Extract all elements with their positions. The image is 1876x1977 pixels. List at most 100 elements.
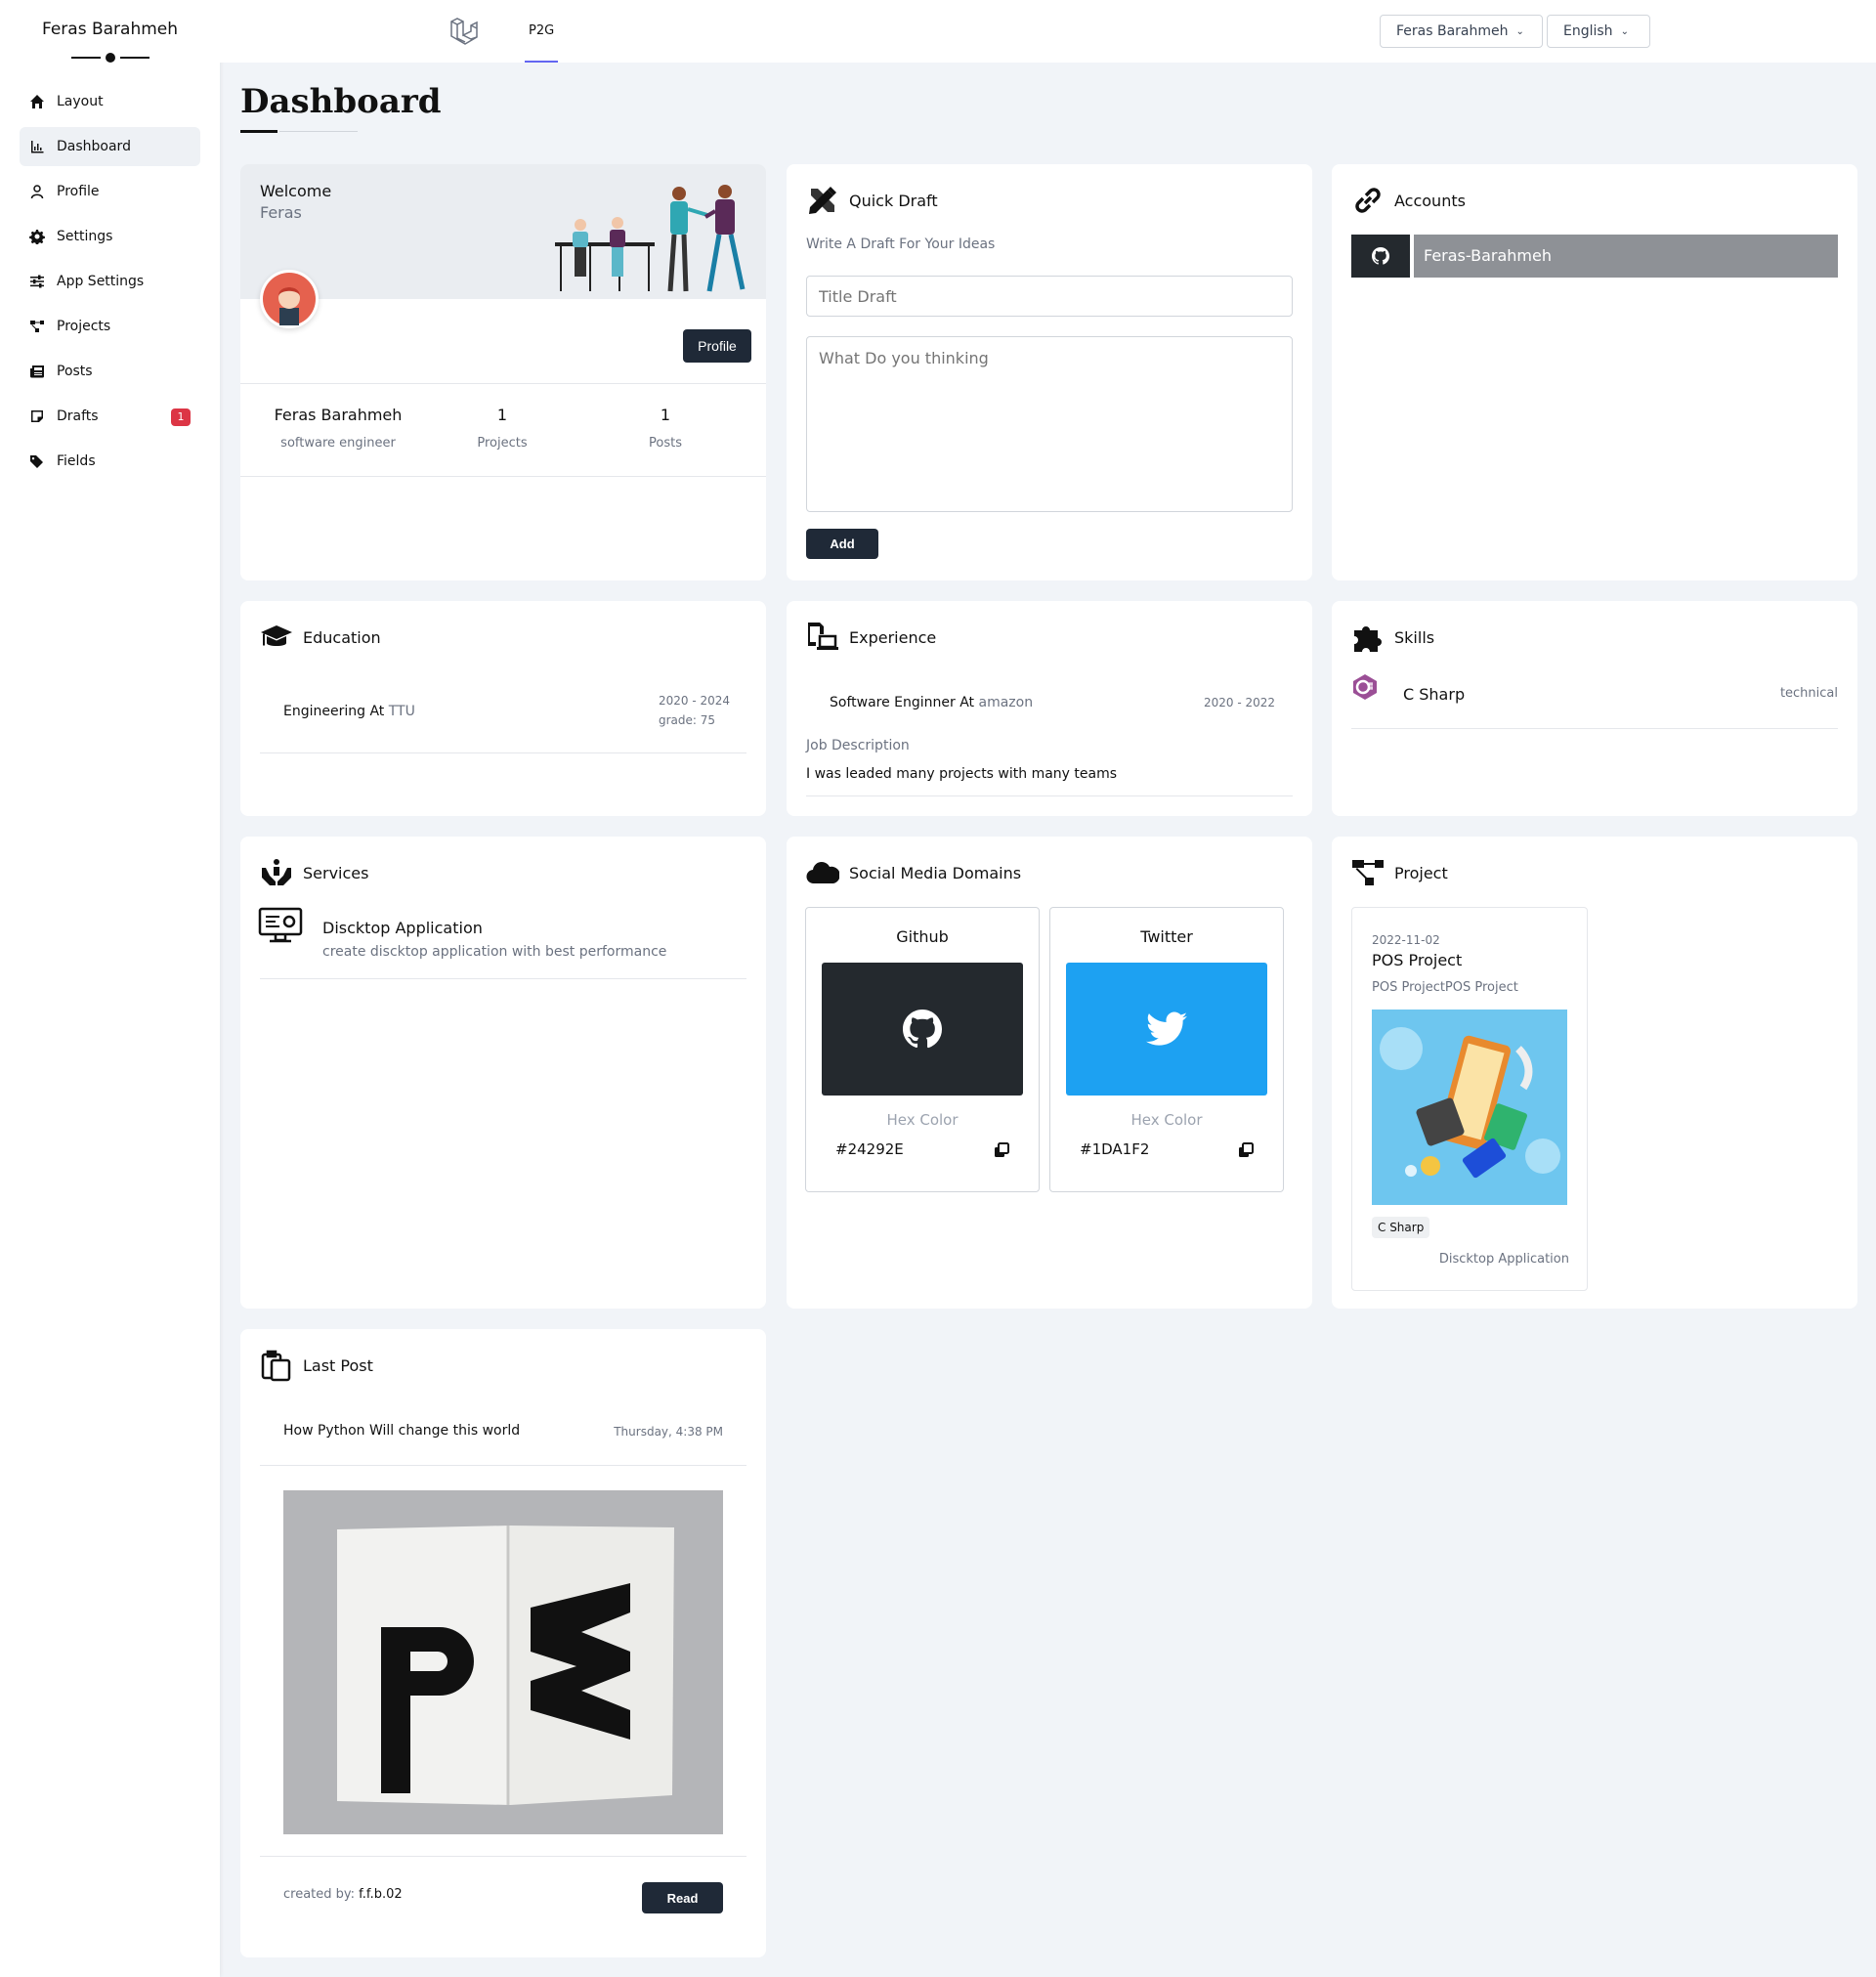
sidebar-item-fields[interactable]: Fields (20, 442, 200, 481)
welcome-card: Welcome Feras Profile Feras Barahmeh sof… (240, 164, 766, 580)
service-name: Discktop Application (322, 919, 483, 937)
sidebar-item-app-settings[interactable]: App Settings (20, 262, 200, 301)
avatar[interactable] (260, 270, 319, 328)
post-author[interactable]: f.f.b.02 (359, 1887, 402, 1902)
stat-posts: 1 Posts (626, 406, 704, 451)
skill-name: C Sharp (1403, 685, 1466, 704)
experience-header: Experience (806, 621, 936, 654)
social-media-title: Social Media Domains (849, 863, 1022, 882)
project-diagram-icon (30, 321, 44, 332)
project-date: 2022-11-02 (1372, 933, 1440, 947)
skills-header: Skills (1351, 621, 1434, 654)
sticky-note-icon (31, 410, 43, 422)
posts-count: 1 (660, 406, 671, 424)
welcome-stats: Feras Barahmeh software engineer 1 Proje… (240, 383, 766, 477)
cloud-icon (806, 862, 839, 884)
experience-card: Experience Software Enginner At amazon 2… (787, 601, 1312, 816)
sidebar-item-label: Projects (57, 319, 111, 334)
education-grade: grade: 75 (659, 713, 716, 727)
chevron-down-icon: ⌄ (1515, 25, 1524, 37)
social-name: Twitter (1140, 927, 1193, 946)
page-title: Dashboard (240, 82, 442, 121)
services-card: Services Discktop Application create dis… (240, 837, 766, 1309)
sidebar-item-label: Fields (57, 453, 96, 469)
sidebar-item-posts[interactable]: Posts (20, 352, 200, 391)
sidebar-item-dashboard[interactable]: Dashboard (20, 127, 200, 166)
experience-title: Experience (849, 627, 937, 647)
draft-body-textarea[interactable] (806, 336, 1293, 512)
chart-icon (31, 141, 44, 153)
quick-draft-subtitle: Write A Draft For Your Ideas (806, 236, 996, 252)
sidebar-item-label: Drafts (57, 408, 99, 424)
clipboard-copy-icon (261, 1350, 291, 1382)
divider (260, 1465, 746, 1466)
github-account-name[interactable]: Feras-Barahmeh (1414, 235, 1838, 278)
post-title[interactable]: How Python Will change this world (283, 1423, 520, 1439)
draft-title-input[interactable] (806, 276, 1293, 317)
hex-color-label: Hex Color (1130, 1111, 1203, 1129)
language-dropdown-label: English (1563, 23, 1613, 39)
user-icon (30, 185, 44, 199)
tab-p2g[interactable]: P2G (525, 0, 559, 63)
hands-service-icon (262, 859, 291, 885)
desktop-settings-icon (258, 907, 303, 943)
skills-title: Skills (1394, 627, 1435, 647)
github-account-icon-box[interactable] (1351, 235, 1410, 278)
pencil-ruler-icon (809, 187, 836, 214)
sidebar-item-layout[interactable]: Layout (20, 82, 200, 121)
post-author-row: created by: f.f.b.02 (283, 1887, 403, 1902)
sidebar-item-drafts[interactable]: Drafts 1 (20, 397, 200, 436)
language-dropdown[interactable]: English ⌄ (1547, 15, 1650, 48)
projects-label: Projects (477, 436, 528, 451)
puzzle-piece-icon (1354, 626, 1382, 652)
experience-company: amazon (978, 695, 1034, 710)
social-domain-github: Github Hex Color #24292E (805, 907, 1040, 1192)
sidebar-user-name: Feras Barahmeh (41, 20, 179, 39)
hex-color-value: #24292E (835, 1140, 904, 1158)
education-years: 2020 - 2024 (659, 694, 731, 708)
divider (260, 1856, 746, 1857)
experience-years: 2020 - 2022 (1204, 696, 1276, 709)
copy-icon[interactable] (1238, 1142, 1254, 1158)
newspaper-icon (30, 365, 44, 378)
home-icon (30, 95, 44, 108)
sidebar-item-profile[interactable]: Profile (20, 172, 200, 211)
sidebar-item-label: Settings (57, 229, 113, 244)
gear-icon (29, 230, 45, 244)
read-post-button[interactable]: Read (642, 1882, 723, 1913)
sidebar-item-settings[interactable]: Settings (20, 217, 200, 256)
twitter-icon (1146, 1011, 1187, 1046)
user-dropdown[interactable]: Feras Barahmeh ⌄ (1380, 15, 1543, 48)
topbar: P2G Feras Barahmeh ⌄ English ⌄ (220, 0, 1876, 63)
copy-icon[interactable] (994, 1142, 1009, 1158)
project-item[interactable]: 2022-11-02 POS Project POS ProjectPOS Pr… (1351, 907, 1588, 1291)
social-media-card: Social Media Domains Github Hex Color #2… (787, 837, 1312, 1309)
drafts-count-badge: 1 (171, 408, 191, 426)
accounts-card: Accounts Feras-Barahmeh (1332, 164, 1857, 580)
stat-name: Feras Barahmeh software engineer (260, 406, 416, 451)
project-tag: C Sharp (1372, 1217, 1430, 1238)
skills-card: Skills C Sharp technical (1332, 601, 1857, 816)
education-school: TTU (388, 704, 415, 719)
sidebar: Feras Barahmeh Layout Dashboard Profile … (0, 0, 220, 1977)
experience-role-row: Software Enginner At amazon (830, 695, 1033, 710)
quick-draft-header: Quick Draft (806, 184, 938, 217)
project-service: Discktop Application (1438, 1252, 1569, 1267)
laravel-logo-icon[interactable] (449, 16, 479, 47)
welcome-banner: Welcome Feras (240, 164, 766, 299)
last-post-card: Last Post How Python Will change this wo… (240, 1329, 766, 1957)
profile-button[interactable]: Profile (683, 329, 751, 363)
accounts-header: Accounts (1351, 184, 1466, 217)
sidebar-item-label: Profile (57, 184, 100, 199)
divider (806, 795, 1293, 796)
project-card: Project 2022-11-02 POS Project POS Proje… (1332, 837, 1857, 1309)
social-media-header: Social Media Domains (806, 856, 1021, 889)
stat-projects: 1 Projects (463, 406, 541, 451)
project-diagram-icon (1352, 860, 1384, 885)
social-domain-twitter: Twitter Hex Color #1DA1F2 (1049, 907, 1284, 1192)
sidebar-item-projects[interactable]: Projects (20, 307, 200, 346)
experience-role: Software Enginner At (830, 695, 975, 710)
education-degree: Engineering At (283, 704, 385, 719)
add-draft-button[interactable]: Add (806, 529, 878, 559)
project-title: Project (1394, 863, 1448, 882)
